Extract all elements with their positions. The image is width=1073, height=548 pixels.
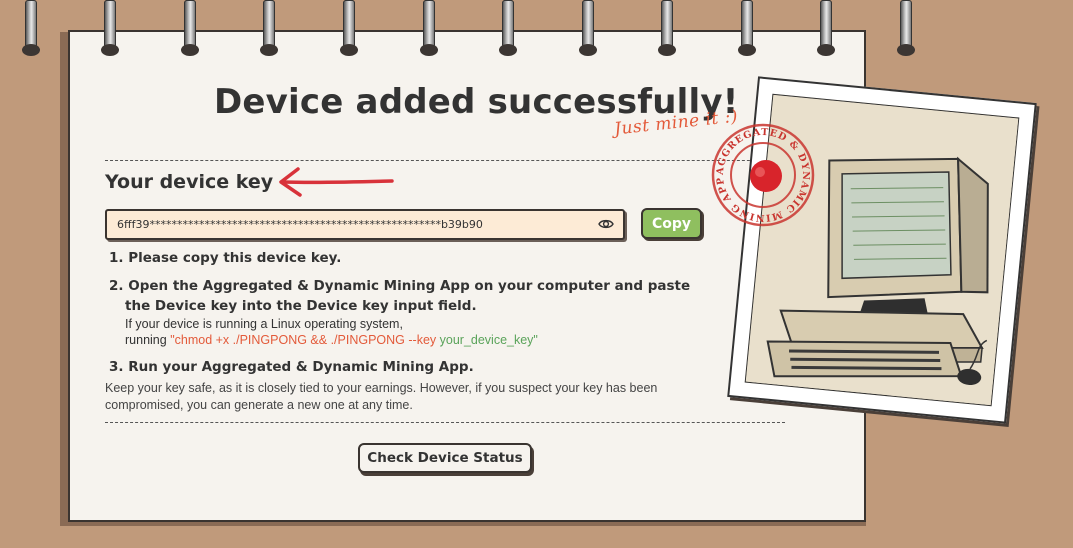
mining-app-stamp: AGGREGATED & DYNAMIC MINING APP [711, 123, 815, 227]
spiral-ring [579, 0, 597, 56]
device-key-field[interactable]: 6fff39**********************************… [105, 209, 625, 240]
linux-note: If your device is running a Linux operat… [125, 317, 403, 331]
spiral-ring [181, 0, 199, 56]
footnote: Keep your key safe, as it is closely tie… [105, 380, 725, 414]
divider [105, 422, 785, 423]
spiral-ring [738, 0, 756, 56]
linux-command: "chmod +x ./PINGPONG && ./PINGPONG --key [170, 333, 440, 347]
spiral-ring [499, 0, 517, 56]
device-key-heading: Your device key [105, 171, 274, 193]
spiral-ring [658, 0, 676, 56]
eye-icon[interactable] [598, 216, 614, 232]
linux-command-line: running "chmod +x ./PINGPONG && ./PINGPO… [125, 333, 538, 347]
spiral-ring [340, 0, 358, 56]
spiral-ring [101, 0, 119, 56]
linux-command-key: your_device_key" [439, 333, 538, 347]
spiral-ring [420, 0, 438, 56]
check-device-status-button[interactable]: Check Device Status [358, 443, 532, 473]
copy-button[interactable]: Copy [641, 208, 702, 239]
spiral-ring [260, 0, 278, 56]
divider [105, 160, 785, 161]
arrow-left-icon [279, 167, 394, 197]
linux-command-prefix: running [125, 333, 171, 347]
step-2-line-1: 2. Open the Aggregated & Dynamic Mining … [109, 278, 691, 294]
spiral-ring [22, 0, 40, 56]
spiral-ring [817, 0, 835, 56]
footnote-line-2: compromised, you can generate a new one … [105, 398, 413, 412]
step-1: 1. Please copy this device key. [109, 250, 342, 266]
device-key-value: 6fff39**********************************… [117, 218, 483, 231]
step-3: 3. Run your Aggregated & Dynamic Mining … [109, 359, 474, 375]
step-2-line-2: the Device key into the Device key input… [125, 298, 477, 314]
footnote-line-1: Keep your key safe, as it is closely tie… [105, 381, 658, 395]
spiral-ring [897, 0, 915, 56]
